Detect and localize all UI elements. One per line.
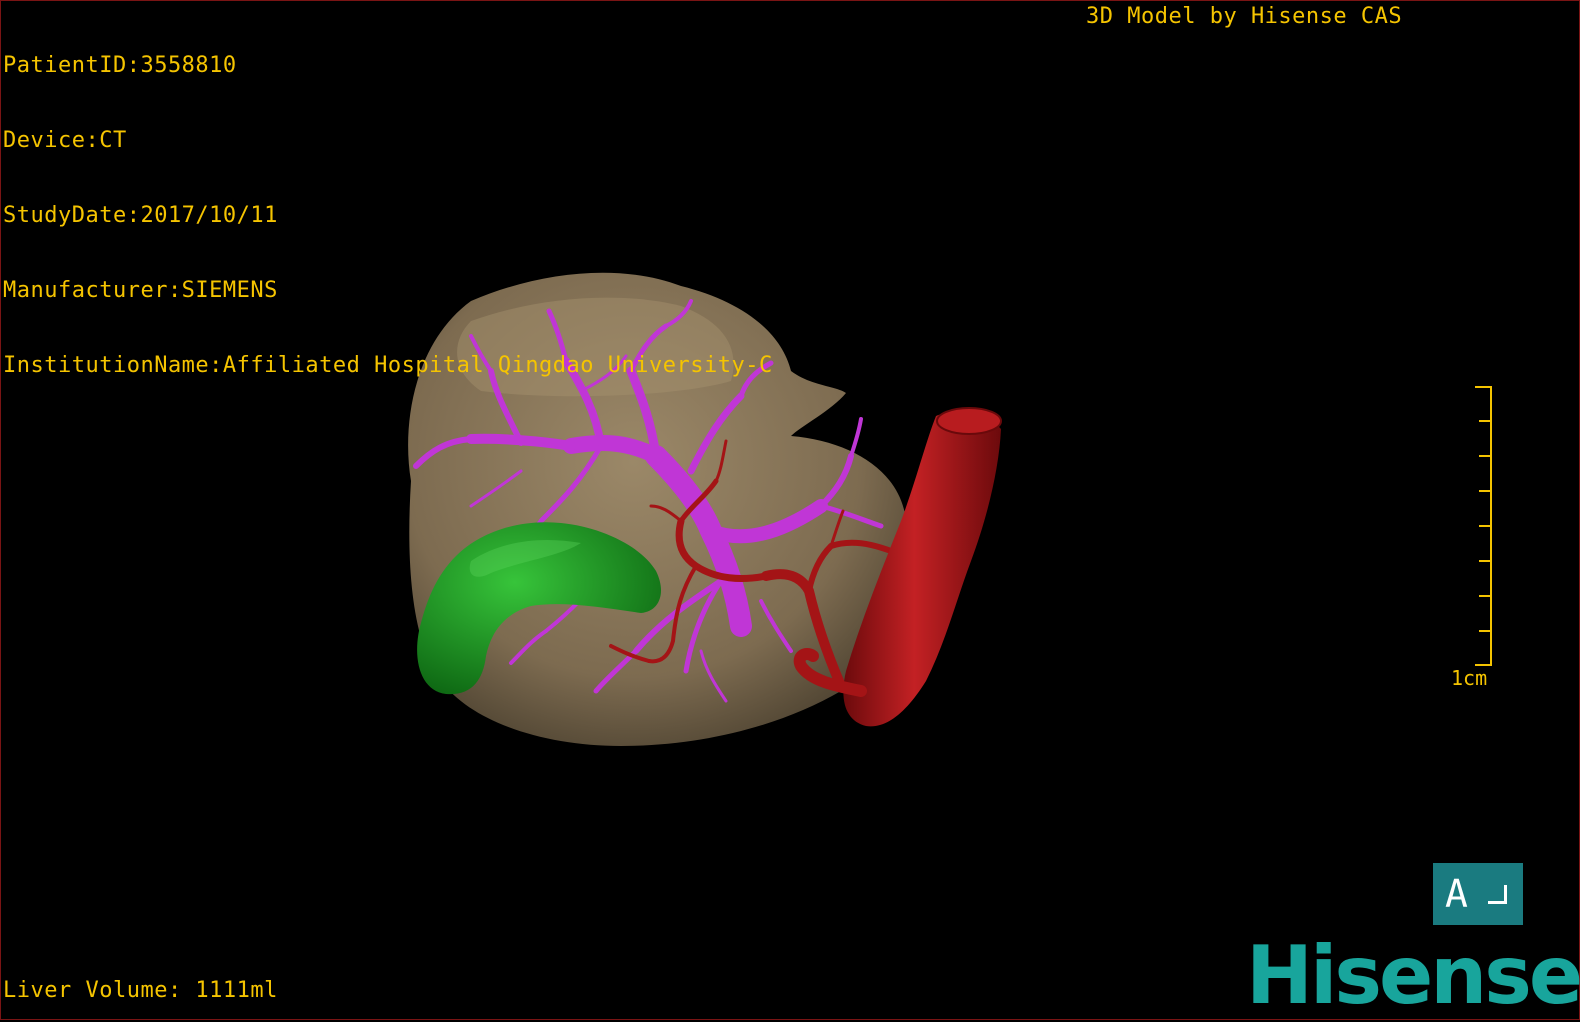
hisense-logo: Hisense [1246,929,1580,1022]
liver-volume-label: Liver Volume: 1111ml [3,978,278,1003]
model-credit-label: 3D Model by Hisense CAS [1086,4,1403,29]
study-date-label: StudyDate:2017/10/11 [3,203,278,228]
scale-ruler [1475,386,1492,666]
scale-label: 1cm [1451,666,1488,690]
institution-label: InstitutionName:Affiliated Hospital Qing… [3,353,773,378]
dicom-info-overlay: PatientID:3558810 Device:CT StudyDate:20… [3,3,773,428]
patient-id-label: PatientID:3558810 [3,53,237,78]
orientation-label: A [1445,872,1468,916]
3d-viewport[interactable]: PatientID:3558810 Device:CT StudyDate:20… [0,0,1580,1020]
orientation-indicator[interactable]: A [1433,863,1523,925]
manufacturer-label: Manufacturer:SIEMENS [3,278,278,303]
vena-cava-opening [936,407,1002,435]
corner-icon [1488,885,1507,904]
device-label: Device:CT [3,128,127,153]
